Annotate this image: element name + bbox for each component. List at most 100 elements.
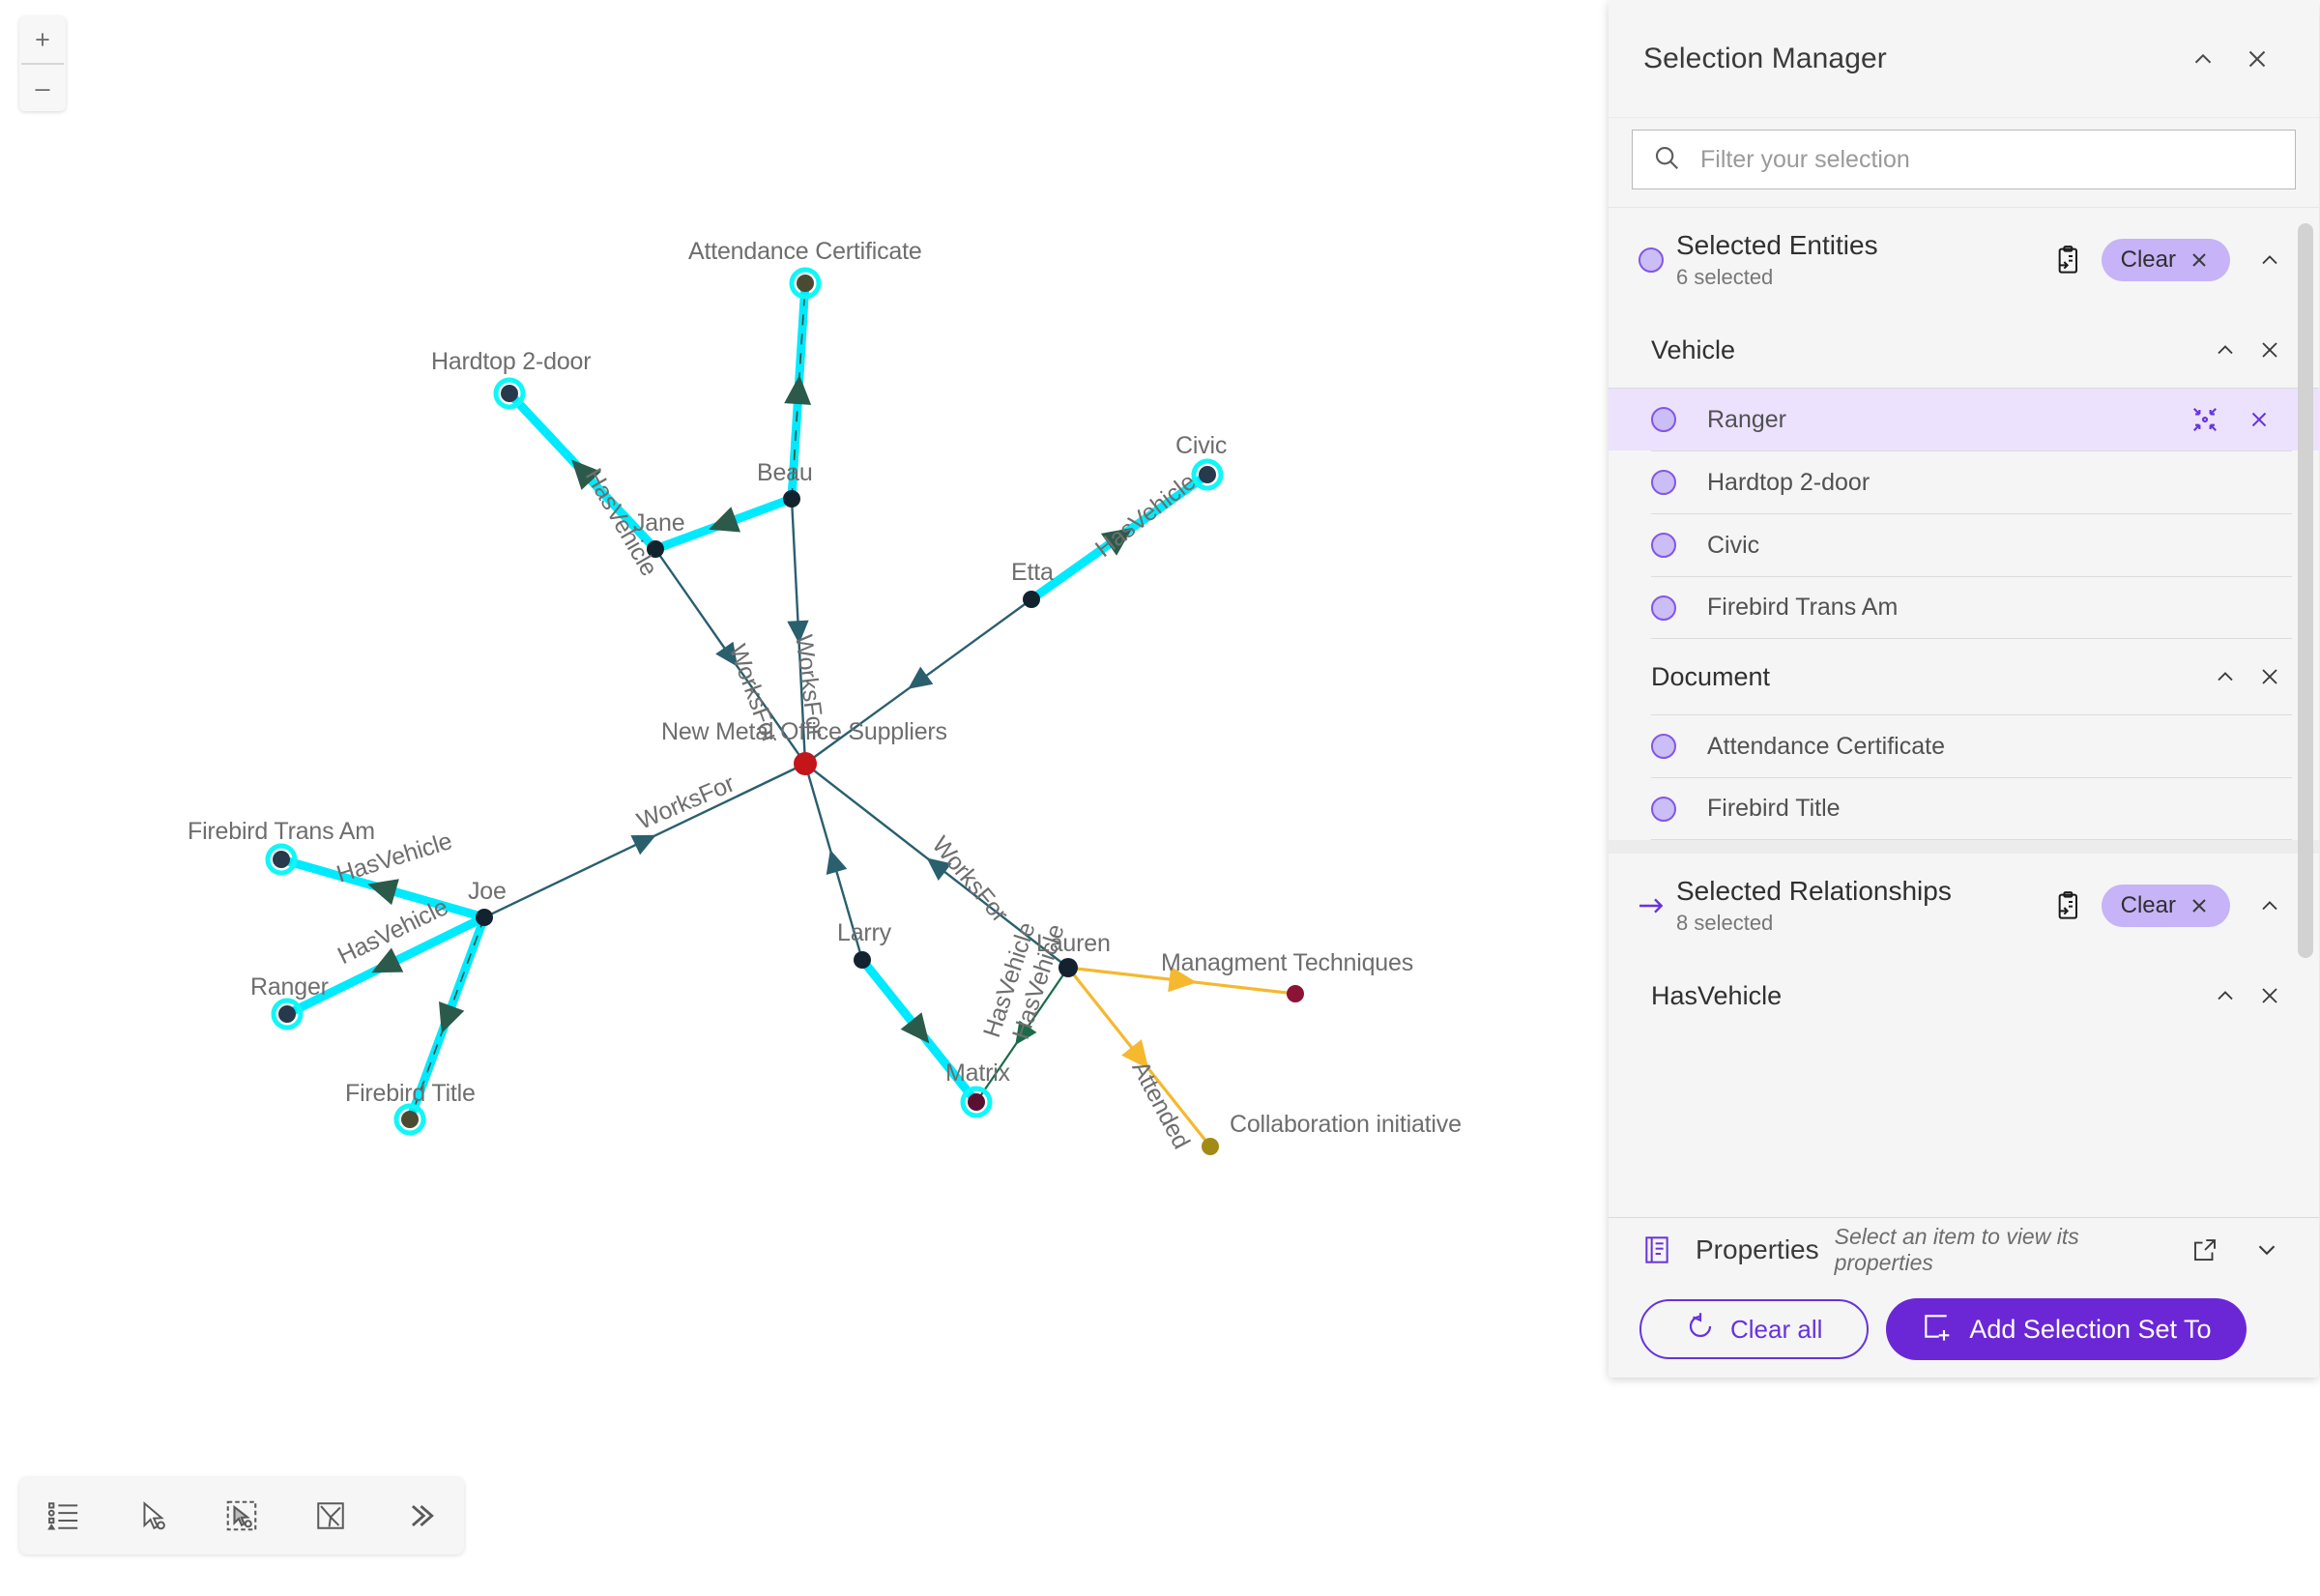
group-collapse-icon[interactable] xyxy=(2248,247,2292,274)
list-item[interactable]: Ranger xyxy=(1609,388,2319,450)
graph-node[interactable] xyxy=(794,752,817,775)
zoom-in-button[interactable]: + xyxy=(19,16,66,63)
filter-bar[interactable] xyxy=(1609,118,2319,207)
subgroup-header[interactable]: Vehicle xyxy=(1609,312,2319,388)
subgroup-collapse-icon[interactable] xyxy=(2203,336,2248,363)
list-item[interactable]: Firebird Trans Am xyxy=(1651,576,2292,639)
clear-group-button[interactable]: Clear xyxy=(2101,239,2230,281)
selection-manager-header: Selection Manager xyxy=(1609,0,2319,118)
graph-node[interactable] xyxy=(278,1005,296,1023)
graph-node[interactable] xyxy=(1023,591,1040,608)
graph-node[interactable] xyxy=(797,275,814,292)
zoom-controls[interactable]: + – xyxy=(19,16,66,111)
panel-collapse-icon[interactable] xyxy=(2176,44,2230,73)
subgroup-close-icon[interactable] xyxy=(2248,336,2292,363)
graph-node-label: Larry xyxy=(837,919,891,946)
selection-list-scroll-area[interactable]: Selected Entities 6 selected Clear Vehicle R… xyxy=(1609,207,2319,1217)
copy-to-clipboard-button[interactable] xyxy=(2053,890,2084,921)
filter-input[interactable] xyxy=(1698,144,2276,175)
graph-node-label: Collaboration initiative xyxy=(1230,1111,1462,1138)
group-subtitle: 6 selected xyxy=(1676,265,1774,289)
graph-node[interactable] xyxy=(1199,466,1216,483)
panel-scrollbar-thumb[interactable] xyxy=(2298,223,2313,958)
graph-node[interactable] xyxy=(1287,985,1304,1002)
graph-node-label: Joe xyxy=(468,878,507,905)
clear-group-button[interactable]: Clear xyxy=(2101,885,2230,927)
list-item[interactable]: Attendance Certificate xyxy=(1651,714,2292,777)
subgroup-title: HasVehicle xyxy=(1651,980,1783,1010)
search-icon xyxy=(1652,143,1681,177)
add-selection-label: Add Selection Set To xyxy=(1969,1314,2212,1344)
graph-node-label: Etta xyxy=(1011,559,1054,586)
panel-title: Selection Manager xyxy=(1643,42,1887,74)
properties-label: Properties xyxy=(1696,1233,1819,1264)
list-item[interactable]: Civic xyxy=(1651,513,2292,576)
entity-type-dot-icon xyxy=(1651,533,1707,558)
subgroup-collapse-icon[interactable] xyxy=(2203,663,2248,690)
arrow-right-icon xyxy=(1626,890,1676,921)
graph-node[interactable] xyxy=(854,951,871,969)
entity-type-dot-icon xyxy=(1651,734,1707,759)
legend-list-icon[interactable] xyxy=(19,1477,108,1554)
remove-entity-icon[interactable] xyxy=(2232,407,2286,432)
edges-layer xyxy=(276,278,1297,1148)
edge-arrowhead xyxy=(439,1001,465,1033)
clear-all-button[interactable]: Clear all xyxy=(1639,1299,1870,1359)
edge-arrowhead xyxy=(784,375,812,405)
graph-node-label: Ranger xyxy=(250,973,329,1001)
subgroup-header[interactable]: Document xyxy=(1609,639,2319,714)
graph-node-label: Civic xyxy=(1175,432,1228,459)
graph-node[interactable] xyxy=(783,490,800,508)
add-selection-set-to-button[interactable]: Add Selection Set To xyxy=(1886,1298,2247,1360)
pointer-select-icon[interactable] xyxy=(108,1477,197,1554)
selection-manager-panel[interactable]: Selection Manager Filter your selection … xyxy=(1609,0,2319,1378)
edge-arrowhead xyxy=(908,666,934,689)
graph-node-label: New Metal Office Suppliers xyxy=(661,718,947,745)
graph-node[interactable] xyxy=(1202,1138,1219,1155)
copy-to-clipboard-button[interactable] xyxy=(2053,245,2084,276)
bottom-toolbar[interactable] xyxy=(19,1477,464,1554)
subgroup-collapse-icon[interactable] xyxy=(2203,982,2248,1009)
panel-close-icon[interactable] xyxy=(2230,44,2284,73)
clear-label: Clear xyxy=(2120,247,2176,273)
entity-name: Attendance Certificate xyxy=(1707,732,1945,760)
graph-node-label: Jane xyxy=(633,509,685,537)
entity-name: Civic xyxy=(1707,531,1760,559)
subgroup-title: Document xyxy=(1651,661,1771,691)
properties-panel-icon xyxy=(1634,1234,1680,1265)
graph-node[interactable] xyxy=(1058,958,1078,977)
graph-node[interactable] xyxy=(968,1093,985,1111)
subgroup-header[interactable]: HasVehicle xyxy=(1609,958,2319,1033)
panel-scrollbar[interactable] xyxy=(2298,212,2313,1213)
group-header[interactable]: Selected Entities 6 selected Clear xyxy=(1609,208,2319,312)
graph-layout-icon[interactable] xyxy=(286,1477,375,1554)
subgroup-close-icon[interactable] xyxy=(2248,663,2292,690)
list-item[interactable]: Firebird Title xyxy=(1651,777,2292,840)
graph-node[interactable] xyxy=(401,1111,419,1128)
circle-outline-icon xyxy=(1626,247,1676,273)
chevron-double-right-icon[interactable] xyxy=(375,1477,464,1554)
group-header[interactable]: Selected Relationships 8 selected Clear xyxy=(1609,854,2319,958)
graph-node-label: Firebird Trans Am xyxy=(188,818,375,845)
subgroup-close-icon[interactable] xyxy=(2248,982,2292,1009)
graph-node[interactable] xyxy=(476,909,493,926)
group-collapse-icon[interactable] xyxy=(2248,892,2292,919)
external-link-icon[interactable] xyxy=(2182,1235,2228,1264)
subgroup-vehicle: Vehicle Ranger Hardtop 2-door Civic Firebird… xyxy=(1609,312,2319,639)
entity-name: Firebird Title xyxy=(1707,795,1841,822)
graph-node-label: Beau xyxy=(757,459,813,486)
group-subtitle: 8 selected xyxy=(1676,911,1774,935)
graph-node[interactable] xyxy=(501,385,518,402)
list-item[interactable]: Hardtop 2-door xyxy=(1651,450,2292,513)
subgroup-hasvehicle: HasVehicle xyxy=(1609,958,2319,1033)
graph-canvas[interactable]: HasVehicle HasVehicle WorksFor WorksFor Work… xyxy=(0,0,1605,1596)
selection-group-selected-relationships: Selected Relationships 8 selected Clear Has… xyxy=(1609,854,2319,1033)
graph-node-label: Matrix xyxy=(945,1059,1010,1087)
graph-node[interactable] xyxy=(273,851,290,868)
properties-expand-chevron-down-icon[interactable] xyxy=(2244,1235,2290,1264)
group-title: Selected Entities xyxy=(1676,230,1878,260)
marquee-select-icon[interactable] xyxy=(197,1477,286,1554)
zoom-out-button[interactable]: – xyxy=(19,65,66,111)
properties-bar[interactable]: Properties Select an item to view its pr… xyxy=(1609,1217,2319,1281)
focus-center-icon[interactable] xyxy=(2178,405,2232,434)
